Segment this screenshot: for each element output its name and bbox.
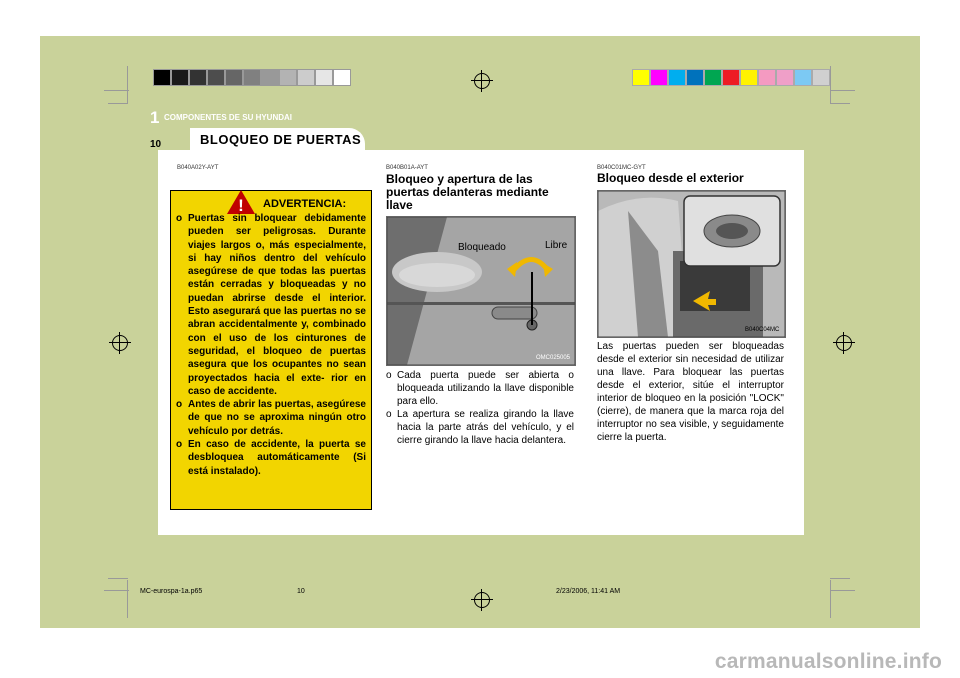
crop-mark	[830, 66, 831, 104]
color-swatch	[812, 69, 830, 86]
footer-timestamp: 2/23/2006, 11:41 AM	[556, 588, 621, 595]
grayscale-swatch	[153, 69, 171, 86]
color-swatch	[686, 69, 704, 86]
registration-mark-right-icon	[833, 332, 855, 354]
color-swatch	[758, 69, 776, 86]
warning-item: o Puertas sin bloquear debidamente pueden…	[176, 213, 366, 397]
warning-title: ADVERTENCIA:	[263, 198, 347, 210]
color-swatch	[704, 69, 722, 86]
color-swatch	[794, 69, 812, 86]
label-unlocked: Libre	[545, 240, 568, 251]
warning-item: o Antes de abrir las puertas, asegúrese d…	[176, 399, 366, 437]
manual-page: 1 COMPONENTES DE SU HYUNDAI 10 BLOQUEO D…	[0, 0, 960, 678]
crop-mark	[830, 103, 850, 104]
car-door-illustration	[598, 191, 785, 337]
crop-mark	[830, 578, 850, 579]
right-heading: Bloqueo desde el exterior	[597, 171, 744, 185]
right-image-code: B040C04MC	[745, 327, 780, 333]
grayscale-swatch	[171, 69, 189, 86]
watermark: carmanualsonline.info	[714, 650, 942, 673]
footer-file: MC-eurospa-1a.p65	[140, 588, 203, 595]
middle-code: B040B01A-AYT	[386, 165, 428, 171]
middle-heading: Bloqueo y apertura de las puertas delant…	[386, 172, 549, 212]
crop-mark	[108, 103, 128, 104]
crop-mark	[127, 66, 128, 104]
section-title: COMPONENTES DE SU HYUNDAI	[164, 113, 293, 122]
grayscale-swatch	[189, 69, 207, 86]
grayscale-swatch	[279, 69, 297, 86]
crop-mark	[104, 90, 129, 91]
registration-mark-top-icon	[471, 70, 493, 92]
footer-page: 10	[297, 588, 305, 595]
registration-mark-bottom-icon	[471, 589, 493, 611]
section-number: 1	[150, 108, 160, 127]
grayscale-swatch	[333, 69, 351, 86]
middle-list: o Cada puerta puede ser abierta o bloquea…	[386, 369, 574, 447]
crop-mark	[127, 580, 128, 618]
color-swatch	[740, 69, 758, 86]
key-lock-photo	[386, 216, 576, 366]
crop-mark	[830, 580, 831, 618]
color-bar	[632, 69, 830, 86]
color-swatch	[722, 69, 740, 86]
page-number: 10	[150, 139, 162, 150]
crop-mark	[830, 90, 855, 91]
door-lock-photo	[597, 190, 786, 338]
registration-mark-left-icon	[109, 332, 131, 354]
warning-item: o En caso de accidente, la puerta se desb…	[176, 439, 366, 477]
crop-mark	[104, 590, 129, 591]
label-locked: Bloqueado	[458, 242, 506, 253]
grayscale-swatch	[315, 69, 333, 86]
middle-item: o Cada puerta puede ser abierta o bloquea…	[386, 370, 574, 407]
grayscale-swatch	[207, 69, 225, 86]
grayscale-bar	[153, 69, 351, 86]
warning-triangle-icon: !	[227, 190, 255, 214]
color-swatch	[776, 69, 794, 86]
warning-list: o Puertas sin bloquear debidamente pueden…	[176, 212, 366, 478]
grayscale-swatch	[261, 69, 279, 86]
color-swatch	[650, 69, 668, 86]
crop-mark	[830, 590, 855, 591]
grayscale-swatch	[297, 69, 315, 86]
warning-code: B040A02Y-AYT	[177, 165, 219, 171]
middle-item: o La apertura se realiza girando la llave…	[386, 409, 574, 446]
grayscale-swatch	[225, 69, 243, 86]
page-heading: BLOQUEO DE PUERTAS	[200, 132, 362, 147]
grayscale-swatch	[243, 69, 261, 86]
color-swatch	[632, 69, 650, 86]
crop-mark	[108, 578, 128, 579]
middle-image-code: OMC025005	[536, 355, 571, 361]
color-swatch	[668, 69, 686, 86]
right-body: Las puertas pueden ser bloqueadas desde …	[597, 341, 784, 443]
